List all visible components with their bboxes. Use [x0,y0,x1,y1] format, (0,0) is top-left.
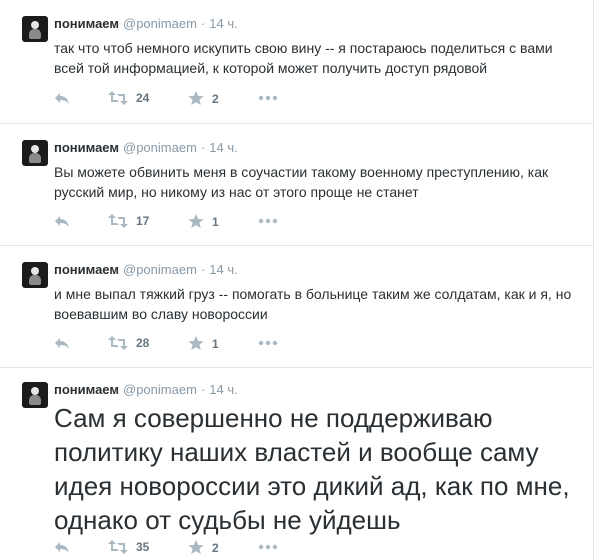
star-icon [188,540,204,554]
tweet[interactable]: понимаем @ponimaem · 14 ч. Вы можете обвини… [0,124,594,246]
more-button[interactable] [258,540,278,554]
retweet-count: 24 [136,91,150,105]
star-icon [188,214,204,228]
tweet-header: понимаем @ponimaem · 14 ч. [54,140,238,155]
fullname[interactable]: понимаем [54,262,119,277]
username[interactable]: @ponimaem [123,140,197,155]
retweet-count: 35 [136,540,150,554]
avatar[interactable] [22,16,48,42]
tweet-text: и мне выпал тяжкий груз -- помогать в бо… [54,286,572,322]
favorite-button[interactable]: 1 [188,336,219,351]
reply-icon [55,93,69,104]
username[interactable]: @ponimaem [123,262,197,277]
favorite-button[interactable]: 1 [188,214,219,229]
reply-button[interactable] [54,336,70,350]
separator: · [200,382,206,397]
reply-button[interactable] [54,91,70,105]
tweet-header: понимаем @ponimaem · 14 ч. [54,382,238,397]
more-icon [258,218,278,224]
timestamp[interactable]: 14 ч. [209,16,237,31]
more-icon [258,544,278,550]
separator: · [200,16,206,31]
retweet-button[interactable]: 28 [108,336,149,350]
tweet-header: понимаем @ponimaem · 14 ч. [54,16,238,31]
favorite-count: 1 [212,336,219,351]
reply-button[interactable] [54,214,70,228]
avatar[interactable] [22,382,48,408]
timestamp[interactable]: 14 ч. [209,140,237,155]
timestamp[interactable]: 14 ч. [209,262,237,277]
reply-icon [55,542,69,553]
timeline: понимаем @ponimaem · 14 ч. так что чтоб нем… [0,0,594,560]
retweet-button[interactable]: 35 [108,540,149,554]
more-button[interactable] [258,336,278,350]
avatar[interactable] [22,140,48,166]
more-button[interactable] [258,214,278,228]
retweet-count: 28 [136,336,150,350]
timestamp[interactable]: 14 ч. [209,382,237,397]
tweet-text: Сам я совершенно не поддерживаю политику… [54,403,570,535]
tweet-text: Вы можете обвинить меня в соучастии тако… [54,164,549,200]
username[interactable]: @ponimaem [123,16,197,31]
favorite-count: 1 [212,214,219,229]
retweet-icon [108,91,128,105]
retweet-button[interactable]: 24 [108,91,149,105]
tweet[interactable]: понимаем @ponimaem · 14 ч. Сам я совершенно… [0,368,594,560]
separator: · [200,262,206,277]
reply-icon [55,338,69,349]
favorite-button[interactable]: 2 [188,540,219,555]
favorite-button[interactable]: 2 [188,91,219,106]
star-icon [188,336,204,350]
retweet-icon [108,214,128,228]
reply-button[interactable] [54,540,70,554]
tweet-text: так что чтоб немного искупить свою вину … [54,40,553,76]
tweet[interactable]: понимаем @ponimaem · 14 ч. так что чтоб нем… [0,0,594,124]
more-icon [258,340,278,346]
favorite-count: 2 [212,540,219,555]
fullname[interactable]: понимаем [54,140,119,155]
fullname[interactable]: понимаем [54,16,119,31]
separator: · [200,140,206,155]
more-button[interactable] [258,91,278,105]
favorite-count: 2 [212,91,219,106]
more-icon [258,95,278,101]
tweet-header: понимаем @ponimaem · 14 ч. [54,262,238,277]
fullname[interactable]: понимаем [54,382,119,397]
star-icon [188,91,204,105]
retweet-icon [108,336,128,350]
retweet-count: 17 [136,214,150,228]
tweet[interactable]: понимаем @ponimaem · 14 ч. и мне выпал тяжк… [0,246,594,368]
avatar[interactable] [22,262,48,288]
retweet-button[interactable]: 17 [108,214,149,228]
retweet-icon [108,540,128,554]
username[interactable]: @ponimaem [123,382,197,397]
reply-icon [55,216,69,227]
